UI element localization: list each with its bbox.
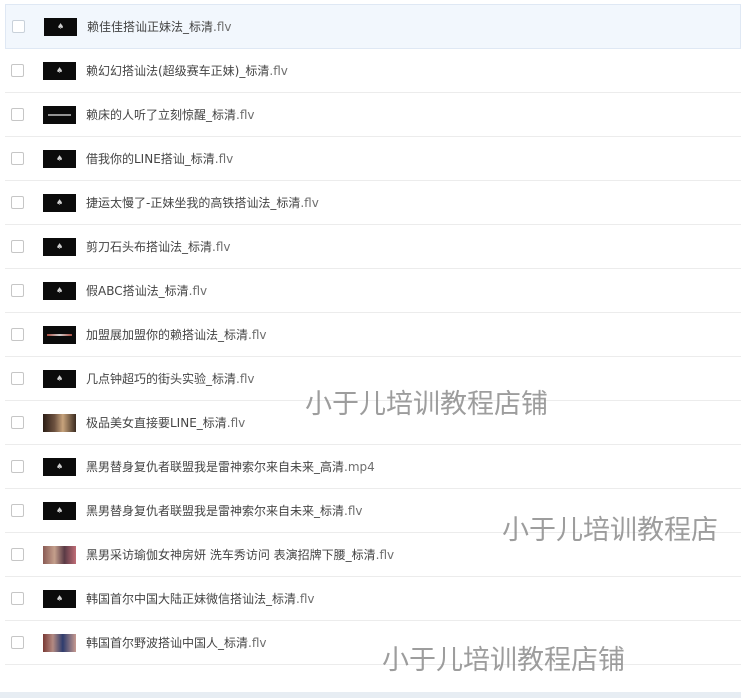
file-select-checkbox[interactable]	[11, 328, 24, 341]
file-name-link[interactable]: 赖床的人听了立刻惊醒_标清.flv	[86, 106, 255, 123]
file-name-text: 韩国首尔野波搭讪中国人_标清	[86, 636, 249, 650]
file-name-link[interactable]: 几点钟超巧的街头实验_标清.flv	[86, 370, 255, 387]
video-thumbnail-icon[interactable]	[43, 413, 76, 432]
file-row[interactable]: 加盟展加盟你的赖搭讪法_标清.flv	[5, 313, 741, 357]
file-row[interactable]: 极品美女直接要LINE_标清.flv	[5, 401, 741, 445]
file-select-checkbox[interactable]	[11, 372, 24, 385]
file-select-checkbox[interactable]	[11, 504, 24, 517]
video-thumbnail-icon[interactable]: ♠	[43, 281, 76, 300]
video-thumbnail-icon[interactable]: ♠	[43, 237, 76, 256]
file-row[interactable]: 赖床的人听了立刻惊醒_标清.flv	[5, 93, 741, 137]
file-extension-text: .mp4	[344, 460, 375, 474]
file-name-text: 极品美女直接要LINE_标清	[86, 416, 227, 430]
video-thumbnail-icon[interactable]: ♠	[43, 193, 76, 212]
file-list: ♠ 赖佳佳搭讪正妹法_标清.flv ♠ 赖幻幻搭讪法(超级赛车正妹)_标清.flv 赖床…	[5, 4, 741, 665]
file-name-text: 黑男采访瑜伽女神房妍 洗车秀访问 表演招牌下腰_标清	[86, 548, 376, 562]
file-row[interactable]: ♠ 黑男替身复仇者联盟我是雷神索尔来自未来_标清.flv	[5, 489, 741, 533]
video-thumbnail-icon[interactable]: ♠	[43, 369, 76, 388]
file-extension-text: .flv	[188, 284, 208, 298]
file-row[interactable]: ♠ 赖幻幻搭讪法(超级赛车正妹)_标清.flv	[5, 49, 741, 93]
file-select-checkbox[interactable]	[11, 636, 24, 649]
file-row[interactable]: ♠ 捷运太慢了-正妹坐我的高铁搭讪法_标清.flv	[5, 181, 741, 225]
video-thumbnail-icon[interactable]: ♠	[43, 149, 76, 168]
file-row[interactable]: ♠ 几点钟超巧的街头实验_标清.flv	[5, 357, 741, 401]
file-extension-text: .flv	[269, 64, 288, 78]
file-name-link[interactable]: 黑男替身复仇者联盟我是雷神索尔来自未来_标清.flv	[86, 502, 363, 519]
file-extension-text: .flv	[213, 20, 232, 34]
file-select-checkbox[interactable]	[11, 196, 24, 209]
file-name-text: 赖佳佳搭讪正妹法_标清	[87, 20, 214, 34]
file-extension-text: .flv	[296, 592, 315, 606]
file-row[interactable]: 韩国首尔野波搭讪中国人_标清.flv	[5, 621, 741, 665]
file-row[interactable]: ♠ 赖佳佳搭讪正妹法_标清.flv	[5, 4, 741, 49]
file-name-link[interactable]: 加盟展加盟你的赖搭讪法_标清.flv	[86, 326, 267, 343]
file-name-link[interactable]: 借我你的LINE搭讪_标清.flv	[86, 150, 233, 167]
file-row[interactable]: ♠ 借我你的LINE搭讪_标清.flv	[5, 137, 741, 181]
file-select-checkbox[interactable]	[11, 548, 24, 561]
file-row[interactable]: 黑男采访瑜伽女神房妍 洗车秀访问 表演招牌下腰_标清.flv	[5, 533, 741, 577]
video-thumbnail-icon[interactable]: ♠	[43, 589, 76, 608]
file-extension-text: .flv	[226, 416, 246, 430]
video-thumbnail-icon[interactable]: ♠	[43, 61, 76, 80]
file-select-checkbox[interactable]	[11, 460, 24, 473]
file-extension-text: .flv	[214, 152, 234, 166]
file-select-checkbox[interactable]	[11, 108, 24, 121]
video-thumbnail-icon[interactable]: ♠	[43, 457, 76, 476]
file-name-link[interactable]: 赖幻幻搭讪法(超级赛车正妹)_标清.flv	[86, 62, 288, 79]
file-name-link[interactable]: 赖佳佳搭讪正妹法_标清.flv	[87, 18, 232, 35]
file-extension-text: .flv	[248, 636, 267, 650]
file-extension-text: .flv	[344, 504, 363, 518]
file-select-checkbox[interactable]	[11, 416, 24, 429]
file-extension-text: .flv	[236, 108, 255, 122]
file-row[interactable]: ♠ 黑男替身复仇者联盟我是雷神索尔来自未来_高清.mp4	[5, 445, 741, 489]
file-name-link[interactable]: 捷运太慢了-正妹坐我的高铁搭讪法_标清.flv	[86, 194, 319, 211]
file-name-text: 黑男替身复仇者联盟我是雷神索尔来自未来_高清	[86, 460, 345, 474]
file-name-text: 韩国首尔中国大陆正妹微信搭讪法_标清	[86, 592, 297, 606]
file-name-text: 剪刀石头布搭讪法_标清	[86, 240, 213, 254]
file-select-checkbox[interactable]	[11, 152, 24, 165]
video-thumbnail-icon[interactable]: ♠	[43, 501, 76, 520]
video-thumbnail-icon[interactable]	[43, 325, 76, 344]
video-thumbnail-icon[interactable]: ♠	[44, 17, 77, 36]
file-row[interactable]: ♠ 假ABC搭讪法_标清.flv	[5, 269, 741, 313]
file-name-link[interactable]: 黑男采访瑜伽女神房妍 洗车秀访问 表演招牌下腰_标清.flv	[86, 546, 394, 563]
file-name-link[interactable]: 假ABC搭讪法_标清.flv	[86, 282, 207, 299]
file-name-text: 假ABC搭讪法_标清	[86, 284, 189, 298]
file-name-text: 捷运太慢了-正妹坐我的高铁搭讪法_标清	[86, 196, 301, 210]
file-name-link[interactable]: 极品美女直接要LINE_标清.flv	[86, 414, 245, 431]
file-select-checkbox[interactable]	[11, 592, 24, 605]
file-name-link[interactable]: 黑男替身复仇者联盟我是雷神索尔来自未来_高清.mp4	[86, 458, 375, 475]
file-name-text: 赖幻幻搭讪法(超级赛车正妹)_标清	[86, 64, 270, 78]
file-extension-text: .flv	[248, 328, 267, 342]
file-name-text: 几点钟超巧的街头实验_标清	[86, 372, 237, 386]
file-select-checkbox[interactable]	[11, 284, 24, 297]
file-name-text: 加盟展加盟你的赖搭讪法_标清	[86, 328, 249, 342]
file-extension-text: .flv	[212, 240, 231, 254]
file-name-text: 赖床的人听了立刻惊醒_标清	[86, 108, 237, 122]
video-thumbnail-icon[interactable]	[43, 105, 76, 124]
file-row[interactable]: ♠ 韩国首尔中国大陆正妹微信搭讪法_标清.flv	[5, 577, 741, 621]
file-extension-text: .flv	[300, 196, 319, 210]
file-extension-text: .flv	[375, 548, 395, 562]
file-name-link[interactable]: 剪刀石头布搭讪法_标清.flv	[86, 238, 231, 255]
file-select-checkbox[interactable]	[11, 64, 24, 77]
bottom-scroll-strip	[0, 692, 741, 698]
video-thumbnail-icon[interactable]	[43, 545, 76, 564]
file-select-checkbox[interactable]	[11, 240, 24, 253]
file-name-link[interactable]: 韩国首尔中国大陆正妹微信搭讪法_标清.flv	[86, 590, 315, 607]
file-name-text: 借我你的LINE搭讪_标清	[86, 152, 215, 166]
file-extension-text: .flv	[236, 372, 255, 386]
file-select-checkbox[interactable]	[12, 20, 25, 33]
file-name-link[interactable]: 韩国首尔野波搭讪中国人_标清.flv	[86, 634, 267, 651]
video-thumbnail-icon[interactable]	[43, 633, 76, 652]
file-row[interactable]: ♠ 剪刀石头布搭讪法_标清.flv	[5, 225, 741, 269]
file-name-text: 黑男替身复仇者联盟我是雷神索尔来自未来_标清	[86, 504, 345, 518]
